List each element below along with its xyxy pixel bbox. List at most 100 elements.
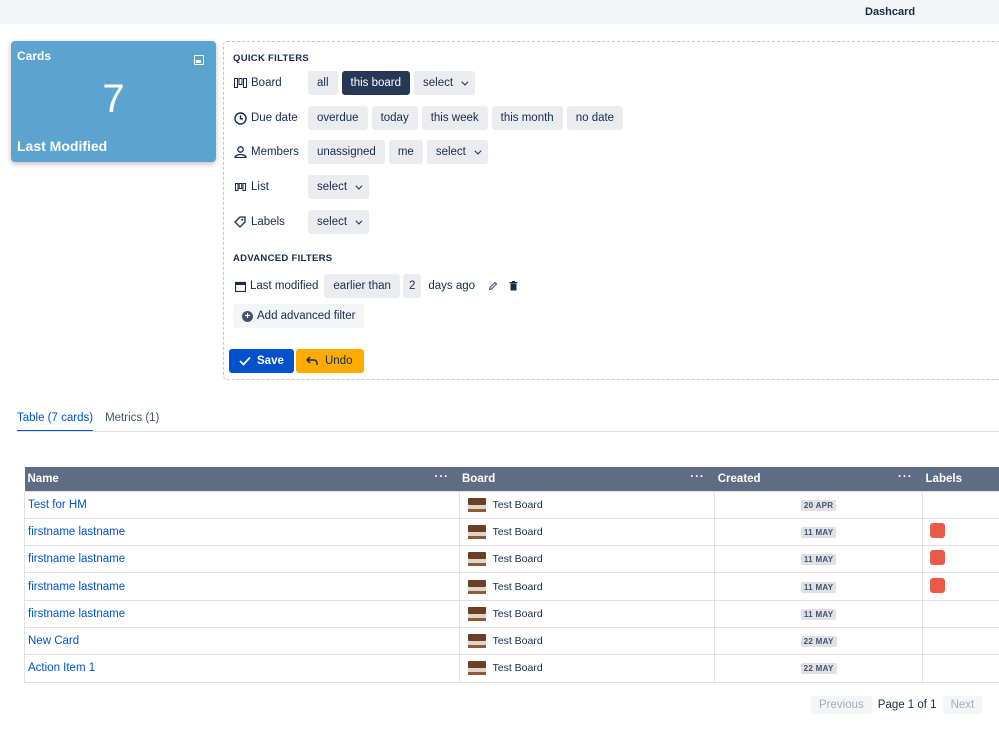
board-cell: Test Board	[458, 654, 716, 683]
last-modified-filter-row: Last modified earlier than 2 days ago	[233, 274, 521, 298]
list-filter-chips: select	[308, 175, 370, 199]
add-advanced-filter-label: Add advanced filter	[257, 310, 356, 322]
board-filter-chips: all this board select	[308, 71, 476, 95]
table-row[interactable]: Test for HM Test Board 20 APR	[24, 490, 999, 519]
chevron-down-icon	[355, 182, 363, 190]
members-filter-chips: unassigned me select	[308, 140, 488, 164]
card-name-link[interactable]: firstname lastname	[24, 517, 460, 547]
label-swatch[interactable]	[930, 550, 946, 566]
board-cell: Test Board	[458, 517, 716, 547]
tab-table[interactable]: Table (7 cards)	[17, 412, 94, 432]
created-cell: 11 MAY	[714, 545, 924, 574]
due-no-date-chip[interactable]: no date	[566, 106, 624, 130]
board-filter-row: Board	[233, 71, 282, 95]
column-board-label: Board	[462, 472, 496, 485]
board-name: Test Board	[492, 662, 543, 675]
column-labels-label: Labels	[925, 472, 962, 485]
board-name: Test Board	[492, 553, 543, 566]
board-thumbnail-icon	[467, 552, 486, 567]
last-modified-label: Last modified	[250, 280, 319, 292]
table-row[interactable]: New Card Test Board 22 MAY	[24, 626, 999, 656]
stat-card-count: 7	[102, 77, 125, 121]
card-name-link[interactable]: firstname lastname	[24, 572, 460, 601]
save-button[interactable]: Save	[229, 349, 294, 373]
column-menu-icon[interactable]: ···	[898, 471, 913, 483]
next-page-button[interactable]: Next	[942, 696, 983, 714]
due-today-chip[interactable]: today	[371, 106, 418, 130]
undo-button[interactable]: Undo	[296, 349, 364, 373]
card-name-link[interactable]: firstname lastname	[24, 545, 460, 574]
due-this-week-chip[interactable]: this week	[421, 106, 488, 130]
stat-card-subtitle: Last Modified	[17, 138, 108, 154]
column-header-created[interactable]: Created ···	[714, 467, 923, 491]
board-thumbnail-icon	[467, 497, 486, 512]
quick-filters-title: QUICK FILTERS	[233, 53, 310, 64]
created-date-badge: 22 MAY	[800, 663, 837, 675]
view-tabs: Table (7 cards) Metrics (1)	[17, 412, 159, 432]
table-row[interactable]: Action Item 1 Test Board 22 MAY	[24, 654, 999, 683]
created-date-badge: 11 MAY	[800, 608, 837, 620]
add-advanced-filter-button[interactable]: + Add advanced filter	[233, 304, 365, 328]
labels-select-dropdown[interactable]: select	[308, 210, 370, 234]
column-header-board[interactable]: Board ···	[459, 467, 715, 491]
board-thumbnail-icon	[467, 579, 486, 594]
created-date-badge: 11 MAY	[800, 526, 837, 538]
created-date-badge: 22 MAY	[800, 636, 837, 648]
column-created-label: Created	[717, 472, 761, 485]
tab-metrics[interactable]: Metrics (1)	[105, 412, 159, 432]
table-header-row: Name ··· Board ··· Created ··· Labels	[24, 467, 999, 491]
table-row[interactable]: firstname lastname Test Board 11 MAY	[24, 572, 999, 601]
stat-card-label: Cards	[17, 49, 52, 63]
board-thumbnail-icon	[467, 606, 486, 621]
save-label: Save	[257, 355, 284, 367]
list-icon	[233, 180, 247, 194]
board-cell: Test Board	[458, 490, 716, 519]
board-select-dropdown[interactable]: select	[414, 71, 476, 95]
cards-stat-card[interactable]: Cards 7 Last Modified	[11, 41, 216, 162]
card-name-link[interactable]: Test for HM	[24, 490, 460, 519]
table-row[interactable]: firstname lastname Test Board 11 MAY	[24, 517, 999, 547]
card-name-link[interactable]: firstname lastname	[24, 599, 460, 628]
board-name: Test Board	[492, 635, 543, 648]
list-select-label: select	[317, 181, 348, 193]
board-cell: Test Board	[458, 572, 716, 601]
due-date-filter-chips: overdue today this week this month no da…	[308, 106, 624, 130]
card-name-link[interactable]: New Card	[24, 626, 460, 656]
column-header-labels[interactable]: Labels	[922, 467, 999, 491]
table-row[interactable]: firstname lastname Test Board 11 MAY	[24, 599, 999, 628]
members-select-dropdown[interactable]: select	[426, 140, 488, 164]
column-header-name[interactable]: Name ···	[24, 467, 459, 491]
board-this-board-chip[interactable]: this board	[341, 71, 411, 95]
operator-select[interactable]: earlier than	[324, 274, 400, 298]
due-this-month-chip[interactable]: this month	[491, 106, 563, 130]
created-cell: 11 MAY	[714, 517, 924, 547]
image-icon[interactable]	[194, 55, 204, 65]
trash-icon[interactable]	[505, 278, 521, 294]
top-bar: Dashcard	[0, 0, 999, 24]
label-swatch[interactable]	[930, 577, 946, 593]
previous-page-button[interactable]: Previous	[811, 696, 872, 714]
days-value-input[interactable]: 2	[402, 274, 422, 298]
tabs-divider	[17, 431, 999, 432]
column-menu-icon[interactable]: ···	[690, 471, 705, 483]
edit-pencil-icon[interactable]	[485, 278, 501, 294]
board-name: Test Board	[492, 580, 543, 593]
label-swatch[interactable]	[930, 522, 946, 538]
card-name-link[interactable]: Action Item 1	[24, 654, 460, 683]
column-menu-icon[interactable]: ···	[435, 471, 450, 483]
chevron-down-icon	[355, 217, 363, 225]
list-select-dropdown[interactable]: select	[308, 175, 370, 199]
created-cell: 20 APR	[714, 490, 924, 519]
table-row[interactable]: firstname lastname Test Board 11 MAY	[24, 545, 999, 574]
chevron-down-icon	[474, 147, 482, 155]
members-filter-label: Members	[251, 146, 299, 158]
labels-cell	[922, 654, 999, 683]
created-date-badge: 11 MAY	[800, 554, 837, 566]
page-info: Page 1 of 1	[877, 699, 937, 711]
advanced-filters-title: ADVANCED FILTERS	[233, 253, 333, 264]
members-me-chip[interactable]: me	[388, 140, 423, 164]
labels-filter-label: Labels	[251, 216, 285, 228]
members-unassigned-chip[interactable]: unassigned	[308, 140, 385, 164]
due-overdue-chip[interactable]: overdue	[308, 106, 368, 130]
board-all-chip[interactable]: all	[308, 71, 338, 95]
